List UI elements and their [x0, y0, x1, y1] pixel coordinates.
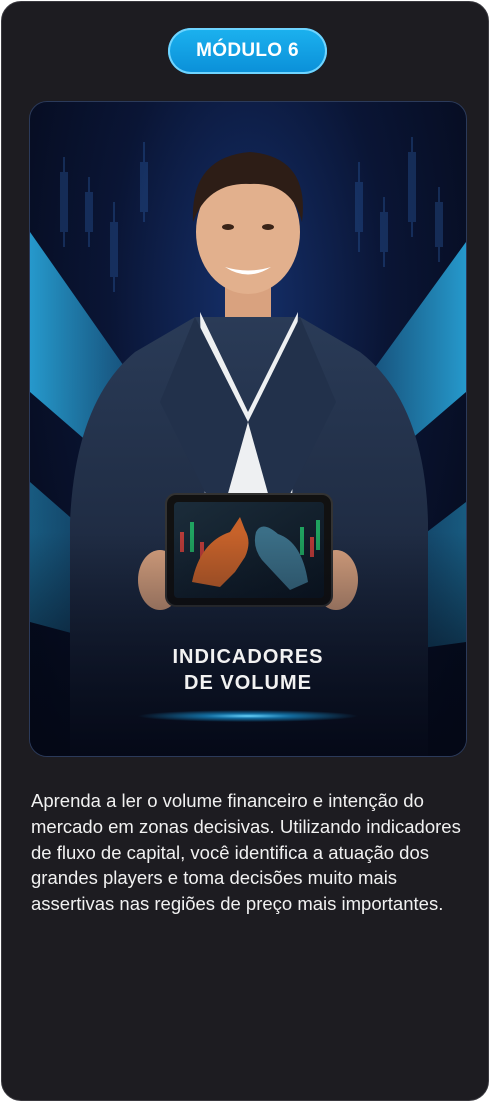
module-banner-image: INDICADORES DE VOLUME	[29, 101, 467, 757]
module-badge: MÓDULO 6	[168, 28, 327, 74]
module-card: MÓDULO 6 INDICADORES DE VOLUME Aprenda a…	[1, 1, 489, 1101]
banner-title: INDICADORES DE VOLUME	[172, 646, 324, 694]
module-description: Aprenda a ler o volume financeiro e inte…	[31, 790, 461, 915]
